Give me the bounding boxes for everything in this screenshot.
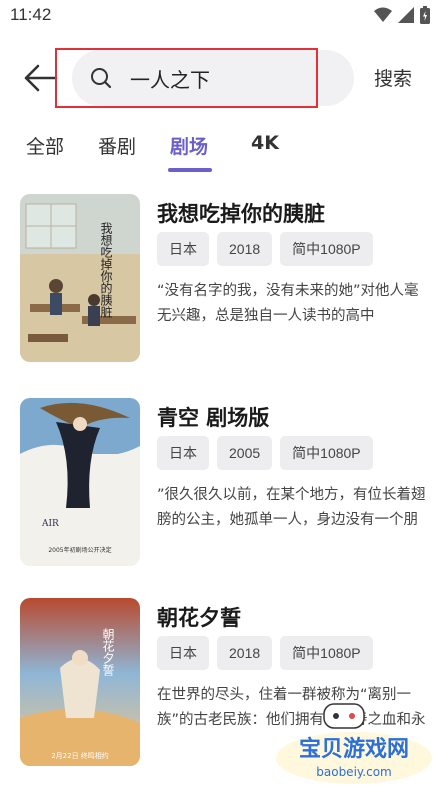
status-time: 11:42 (10, 5, 52, 24)
tag-region[interactable]: 日本 (157, 436, 209, 470)
signal-icon (398, 7, 414, 23)
status-icons (374, 6, 430, 24)
poster-caption: 2005年初剧场公开决定 (48, 546, 111, 554)
status-bar: 11:42 (0, 0, 448, 32)
watermark-title: 宝贝游戏网 (299, 736, 409, 762)
tag-quality[interactable]: 简中1080P (280, 636, 373, 670)
active-tab-indicator (168, 168, 212, 172)
tag-list: 日本 2018 简中1080P (157, 232, 373, 266)
tag-year[interactable]: 2018 (217, 636, 273, 670)
result-description: “没有名字的我，没有未来的她”对他人毫无兴趣，总是独自一人读书的高中生“我”。这… (157, 283, 419, 324)
arrow-left-icon (24, 64, 58, 92)
category-tabs: 全部 番剧 剧场 4K (0, 126, 448, 174)
tab-anime[interactable]: 番剧 (98, 132, 136, 159)
search-header: 一人之下 搜索 (0, 46, 448, 110)
watermark-url: baobeiy.com (316, 765, 391, 779)
result-title: 我想吃掉你的胰脏 (157, 202, 325, 226)
tag-quality[interactable]: 简中1080P (280, 232, 373, 266)
search-button[interactable]: 搜索 (374, 64, 412, 91)
poster-title: 朝花夕誓 (101, 628, 115, 676)
poster-title: 我想吃掉你的胰脏 (99, 222, 113, 319)
back-button[interactable] (22, 62, 58, 94)
wifi-icon (374, 7, 392, 22)
poster-image: 朝花夕誓 2月22日 终鸣相约 (20, 598, 140, 766)
result-item[interactable]: AIR 2005年初剧场公开决定 青空 剧场版 日本 2005 简中1080P … (0, 398, 448, 570)
poster-title: AIR (41, 519, 59, 529)
tag-year[interactable]: 2005 (217, 436, 273, 470)
tag-list: 日本 2018 简中1080P (157, 636, 373, 670)
watermark-logo: 宝贝游戏网 baobeiy.com (270, 700, 438, 790)
tag-year[interactable]: 2018 (217, 232, 273, 266)
search-highlight-box (55, 48, 318, 108)
tab-theater[interactable]: 剧场 (170, 132, 208, 159)
tag-list: 日本 2005 简中1080P (157, 436, 373, 470)
poster-image: AIR 2005年初剧场公开决定 (20, 398, 140, 566)
tag-region[interactable]: 日本 (157, 232, 209, 266)
result-description: ”很久很久以前，在某个地方，有位长着翅膀的公主，她孤单一人，身边没有一个朋友。”… (157, 487, 426, 528)
battery-icon (420, 6, 430, 24)
tab-all[interactable]: 全部 (26, 132, 64, 159)
result-title: 青空 剧场版 (157, 406, 270, 430)
tab-4k[interactable]: 4K (251, 132, 279, 154)
poster-image: 我想吃掉你的胰脏 (20, 194, 140, 362)
poster-caption: 2月22日 终鸣相约 (51, 751, 109, 760)
result-item[interactable]: 我想吃掉你的胰脏 我想吃掉你的胰脏 日本 2018 简中1080P “没有名字的… (0, 194, 448, 366)
result-title: 朝花夕誓 (157, 606, 241, 630)
tag-region[interactable]: 日本 (157, 636, 209, 670)
tag-quality[interactable]: 简中1080P (280, 436, 373, 470)
